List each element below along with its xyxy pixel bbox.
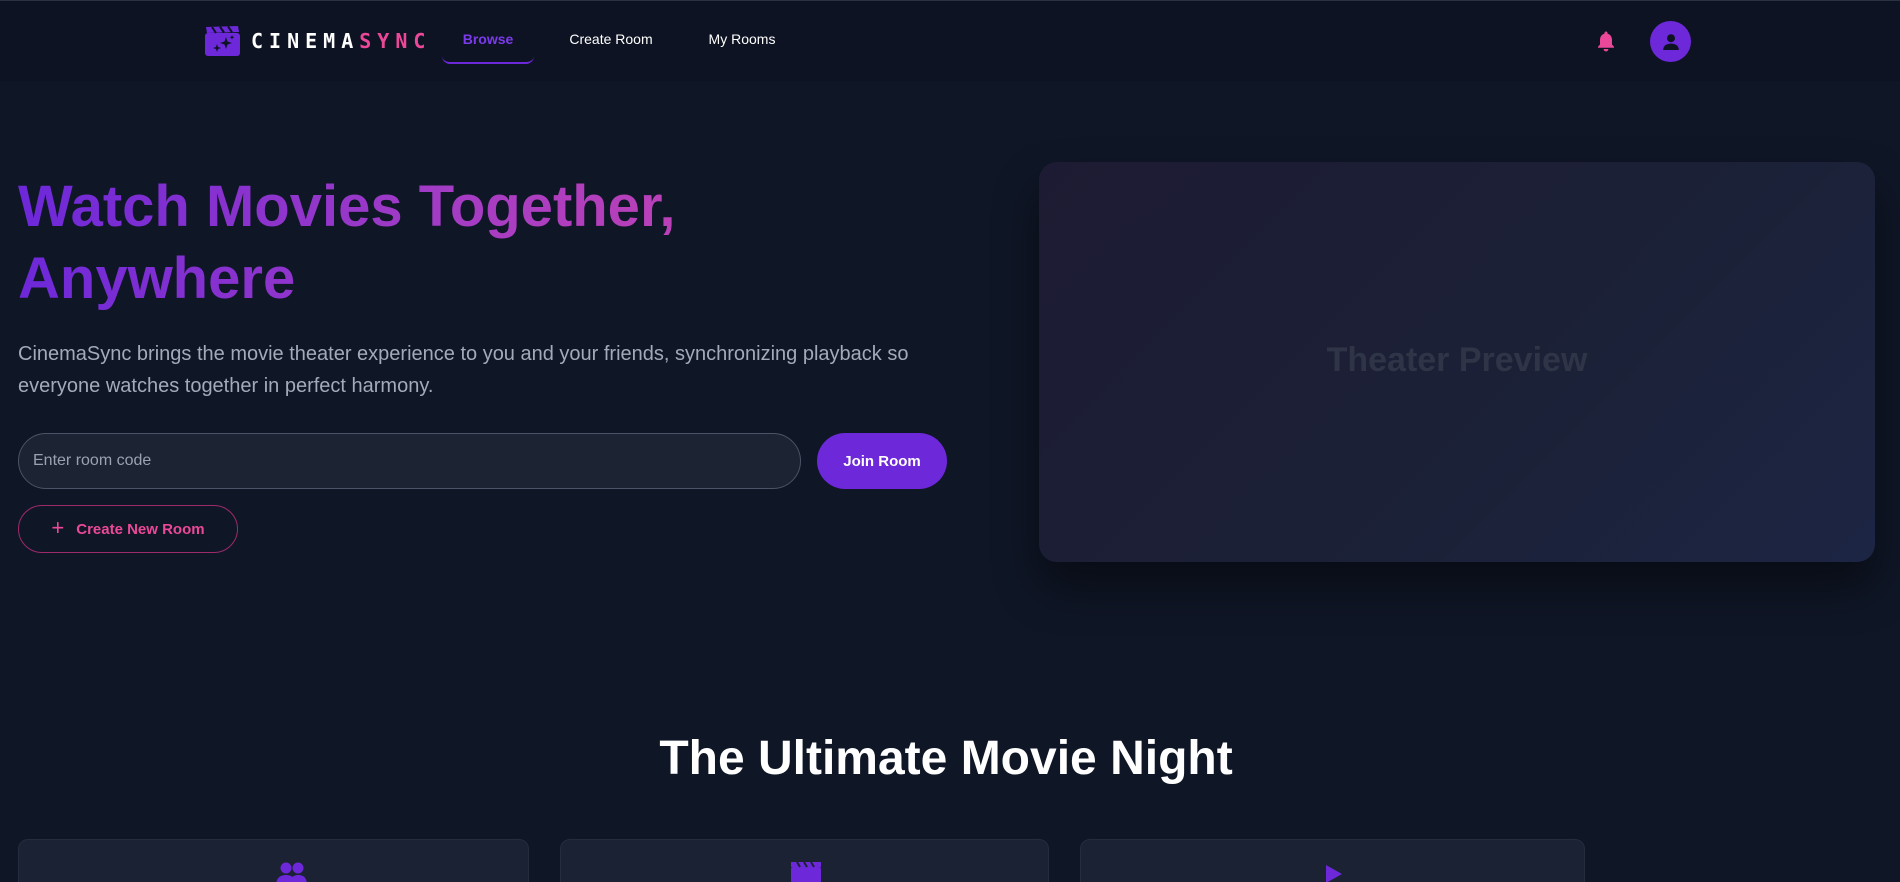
theater-preview-label: Theater Preview — [1326, 340, 1588, 379]
film-icon — [791, 862, 821, 882]
hero-title-line1: Watch Movies Together, — [18, 174, 676, 239]
hero-subtitle: CinemaSync brings the movie theater expe… — [18, 343, 909, 397]
brand-logo[interactable]: CINEMASYNC — [205, 25, 431, 57]
users-icon — [276, 862, 307, 882]
hero-title-line2: Anywhere — [18, 246, 296, 311]
feature-card-movies — [560, 839, 1049, 882]
create-new-room-label: Create New Room — [76, 520, 205, 538]
nav-link-create-room[interactable]: Create Room — [561, 21, 661, 64]
nav-link-my-rooms[interactable]: My Rooms — [700, 21, 784, 64]
user-avatar[interactable] — [1650, 21, 1691, 62]
user-icon — [1662, 33, 1679, 50]
bell-icon[interactable] — [1596, 30, 1616, 52]
play-icon — [1326, 865, 1342, 882]
create-new-room-button[interactable]: + Create New Room — [18, 505, 238, 553]
brand-name-part1: CINEMA — [251, 29, 360, 53]
top-navbar: CINEMASYNC Browse Create Room My Rooms — [0, 1, 1900, 81]
clapperboard-sparkle-icon — [205, 26, 240, 56]
brand-name-part2: SYNC — [359, 29, 432, 53]
feature-card-watch-parties — [18, 839, 529, 882]
features-title: The Ultimate Movie Night — [659, 732, 1233, 785]
feature-card-sync-playback — [1080, 839, 1585, 882]
hero-title: Watch Movies Together, Anywhere — [18, 171, 978, 315]
room-code-input[interactable] — [18, 433, 801, 489]
join-room-button[interactable]: Join Room — [817, 433, 947, 489]
plus-icon: + — [51, 514, 65, 540]
theater-preview: Theater Preview — [1039, 162, 1875, 562]
brand-name: CINEMASYNC — [251, 29, 431, 53]
nav-link-browse[interactable]: Browse — [442, 21, 534, 64]
